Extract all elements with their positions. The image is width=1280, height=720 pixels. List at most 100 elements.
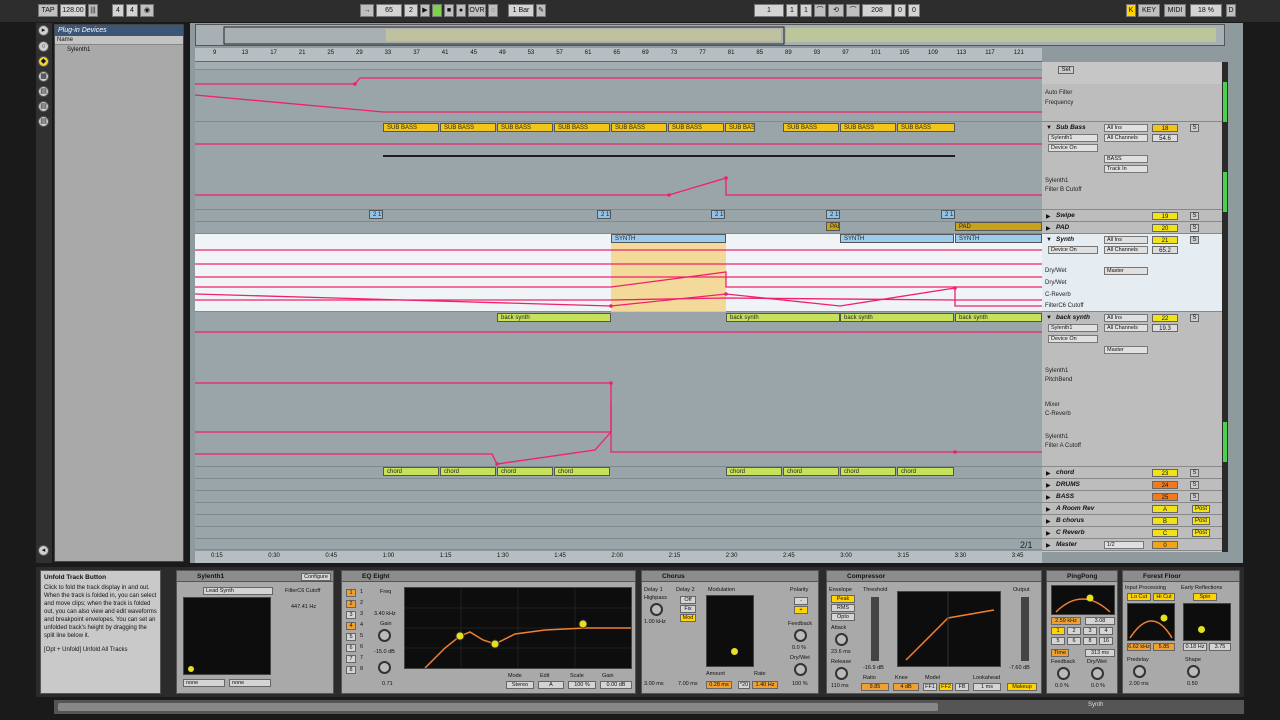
loop-start-bar[interactable]: 1 (754, 4, 784, 17)
track-number[interactable]: 21 (1152, 236, 1178, 244)
model-fb-button[interactable]: FB (955, 683, 969, 691)
device-chooser[interactable]: Device On (1048, 335, 1098, 343)
preset-menu[interactable]: Lead Synth (203, 587, 273, 595)
time-ruler[interactable]: 0:15 0:30 0:45 1:00 1:15 1:30 1:45 2:00 2:15 2:30… (195, 551, 1042, 563)
compressor-display[interactable] (897, 591, 1001, 667)
draw-mode-icon[interactable]: ✎ (536, 4, 546, 17)
arrangement-beat-position[interactable]: 2 (404, 4, 418, 17)
device-eq-eight[interactable]: EQ Eight 1122334455667788 Freq 3.40 kHz … (341, 570, 636, 694)
track-number[interactable]: 0 (1152, 541, 1178, 549)
rate-x20-button[interactable]: *20 (738, 681, 750, 689)
post-button[interactable]: Post (1192, 529, 1210, 537)
solo-button[interactable]: S (1190, 493, 1199, 501)
output-type[interactable]: BASS (1104, 155, 1148, 163)
play-active-icon[interactable] (432, 4, 442, 17)
unfold-track-icon[interactable]: ▼ (1046, 237, 1052, 243)
monitor[interactable]: Track In (1104, 165, 1148, 173)
sync-division-button[interactable]: 1 (1051, 627, 1065, 635)
track-pad[interactable]: ▶ PAD 20 S (1042, 222, 1222, 234)
makeup-button[interactable]: Makeup (1007, 683, 1037, 691)
device-sylenth1[interactable]: Sylenth1 Configure Lead Synth FilterC6 C… (176, 570, 334, 694)
early-reflections-display[interactable] (1183, 603, 1231, 641)
attack-value[interactable]: 23.6 ms (831, 649, 851, 655)
track-synth[interactable]: ▼ Synth All Ins All Channels Device On M… (1042, 234, 1222, 312)
arrangement-overview[interactable] (195, 24, 1225, 46)
input-channel[interactable]: All Channels (1104, 246, 1148, 254)
model-ff2-button[interactable]: FF2 (939, 683, 953, 691)
eq-band-button[interactable]: 7 (346, 655, 356, 663)
release-knob[interactable] (835, 667, 848, 680)
drywet-value[interactable]: 0.0 % (1091, 683, 1105, 689)
eq-band-button[interactable]: 4 (346, 622, 356, 630)
device-title[interactable]: PingPong (1047, 571, 1117, 582)
track-number[interactable]: 22 (1152, 314, 1178, 322)
eq-band-button[interactable]: 6 (346, 644, 356, 652)
follow-icon[interactable]: → (360, 4, 374, 17)
track-name[interactable]: chord (1056, 469, 1074, 476)
filter-freq-value[interactable]: 2.59 kHz (1051, 617, 1081, 625)
release-value[interactable]: 110 ms (831, 683, 849, 689)
loop-start-beat[interactable]: 1 (786, 4, 798, 17)
gain-knob[interactable] (378, 629, 391, 642)
automation-envelopes[interactable] (195, 62, 1042, 550)
eq-band-button[interactable]: 8 (346, 666, 356, 674)
track-name[interactable]: BASS (1056, 493, 1074, 500)
midi-map-button[interactable]: MIDI (1164, 4, 1186, 17)
loop-length-bars[interactable]: 208 (862, 4, 892, 17)
highpass-knob[interactable] (650, 603, 663, 616)
loop-length-sixteenths[interactable]: 0 (908, 4, 920, 17)
peak-button[interactable]: Peak (831, 595, 855, 603)
track-name[interactable]: Swipe (1056, 212, 1075, 219)
solo-button[interactable]: S (1190, 481, 1199, 489)
device-chooser[interactable]: Device On (1048, 144, 1098, 152)
loop-length-beats[interactable]: 0 (894, 4, 906, 17)
macro-select-2[interactable]: none (229, 679, 271, 687)
input-source[interactable]: Sylenth1 (1048, 134, 1098, 142)
configure-button[interactable]: Configure (301, 573, 331, 581)
eq-band-button[interactable]: 3 (346, 611, 356, 619)
q-knob[interactable] (378, 661, 391, 674)
arrangement-bar-position[interactable]: 65 (376, 4, 402, 17)
track-name[interactable]: C Reverb (1056, 529, 1085, 536)
device-browser-icon[interactable]: ▦ (38, 71, 49, 82)
device-title[interactable]: EQ Eight (342, 571, 635, 582)
input-type[interactable]: All Ins (1104, 314, 1148, 322)
browser-column-name[interactable]: Name (55, 36, 183, 45)
solo-button[interactable]: S (1190, 212, 1199, 220)
macro-select-1[interactable]: none (183, 679, 225, 687)
signature-denominator[interactable]: 4 (126, 4, 138, 17)
track-number[interactable]: 18 (1152, 124, 1178, 132)
post-button[interactable]: Post (1192, 517, 1210, 525)
model-ff1-button[interactable]: FF1 (923, 683, 937, 691)
track-number[interactable]: A (1152, 505, 1178, 513)
punch-out-icon[interactable]: ⌒ (846, 4, 860, 17)
threshold-meter[interactable] (871, 597, 879, 661)
knee-value[interactable]: 4 dB (893, 683, 919, 691)
output-meter[interactable] (1021, 597, 1029, 661)
track-a-room-rev[interactable]: ▶ A Room Rev A Post (1042, 503, 1222, 515)
solo-button[interactable]: S (1190, 314, 1199, 322)
sync-division-button[interactable]: 4 (1099, 627, 1113, 635)
scale-value[interactable]: 100 % (568, 681, 596, 689)
feedback-value[interactable]: 0.0 % (1055, 683, 1069, 689)
unfold-track-icon[interactable]: ▶ (1046, 494, 1051, 501)
solo-button[interactable]: S (1190, 124, 1199, 132)
param-value[interactable]: 447.41 Hz (291, 604, 316, 610)
polarity-minus-button[interactable]: - (794, 597, 808, 605)
xy-point-icon[interactable] (188, 666, 194, 672)
input-channel[interactable]: All Channels (1104, 324, 1148, 332)
track-volume[interactable]: 65.2 (1152, 246, 1178, 254)
browser-item-sylenth1[interactable]: Sylenth1 (55, 45, 183, 55)
sync-division-button[interactable]: 6 (1067, 637, 1081, 645)
shape-value[interactable]: 0.50 (1187, 681, 1198, 687)
freq-value[interactable]: 3.40 kHz (374, 611, 396, 617)
plugin-browser-icon[interactable]: ◆ (38, 56, 49, 67)
q-value[interactable]: 0.71 (382, 681, 393, 687)
track-name[interactable]: B chorus (1056, 517, 1084, 524)
input-filter-display[interactable] (1127, 603, 1175, 641)
delay-2-fix-button[interactable]: Fix (680, 605, 696, 613)
plugin-display[interactable] (183, 597, 271, 675)
drywet-value[interactable]: 100 % (792, 681, 808, 687)
input-type[interactable]: All Ins (1104, 124, 1148, 132)
arrangement-track-area[interactable]: SUB BASS SUB BASS SUB BASS SUB BASS SUB … (195, 62, 1042, 550)
